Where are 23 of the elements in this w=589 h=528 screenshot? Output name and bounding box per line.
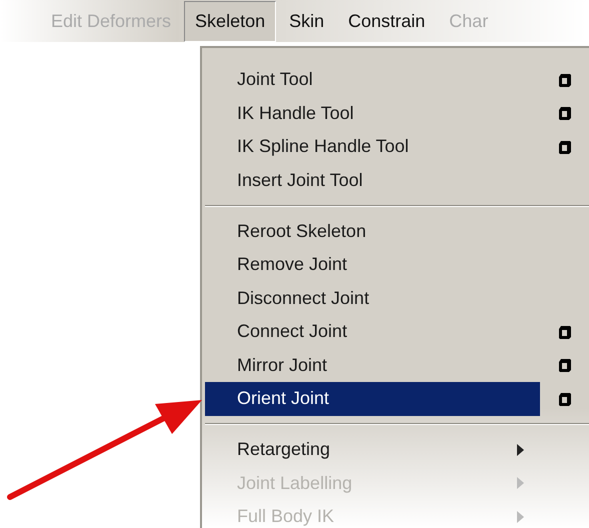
submenu-arrow-icon [517, 510, 524, 523]
option-box-icon[interactable] [556, 72, 572, 88]
menu-item[interactable]: Reroot Skeleton [205, 214, 540, 248]
option-box-icon[interactable] [556, 324, 572, 340]
submenu-arrow-icon [517, 444, 524, 456]
option-box-icon[interactable] [556, 138, 572, 155]
menubar-item[interactable]: Constrain [337, 0, 436, 42]
option-box-icon[interactable] [556, 390, 572, 407]
menu-item[interactable]: Orient Joint [205, 382, 540, 416]
menu-item[interactable]: Insert Joint Tool [205, 164, 540, 197]
menubar-item[interactable]: Skin [278, 0, 336, 42]
menu-item[interactable]: IK Spline Handle Tool [205, 130, 540, 164]
menu-item[interactable]: Connect Joint [205, 315, 540, 348]
menu-item[interactable]: Joint Tool [205, 63, 540, 96]
submenu-arrow-icon [517, 477, 524, 490]
menu-item[interactable]: Disconnect Joint [205, 282, 540, 315]
menu-item[interactable]: Remove Joint [205, 248, 540, 282]
menu-item[interactable]: Retargeting [205, 433, 540, 466]
menu-item[interactable]: Mirror Joint [205, 348, 540, 382]
option-box-icon[interactable] [556, 357, 572, 374]
menu-item[interactable]: IK Handle Tool [205, 96, 540, 130]
menubar-item[interactable]: Skeleton [184, 0, 276, 42]
option-box-icon[interactable] [556, 105, 572, 122]
